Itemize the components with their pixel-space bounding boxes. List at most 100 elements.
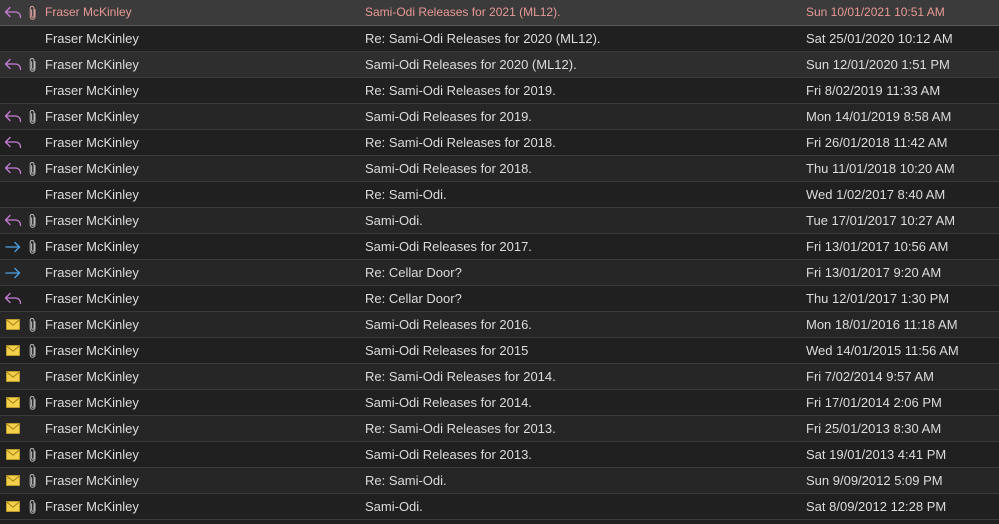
envelope-icon: [3, 390, 23, 415]
received-date: Fri 13/01/2017 10:56 AM: [806, 239, 949, 254]
received-date: Sat 19/01/2013 4:41 PM: [806, 447, 947, 462]
message-row[interactable]: Fraser McKinley Sami-Odi. Sat 8/09/2012 12…: [0, 494, 999, 520]
received-date: Sat 8/09/2012 12:28 PM: [806, 499, 947, 514]
sender-name: Fraser McKinley: [45, 499, 139, 514]
message-row[interactable]: Fraser McKinley Re: Cellar Door? Fri 13/01…: [0, 260, 999, 286]
sender-name: Fraser McKinley: [45, 317, 139, 332]
message-row[interactable]: Fraser McKinley Sami-Odi Releases for 202…: [0, 52, 999, 78]
sender-name: Fraser McKinley: [45, 343, 139, 358]
message-row[interactable]: Fraser McKinley Re: Sami-Odi Releases for…: [0, 130, 999, 156]
attachment-empty: [26, 286, 40, 311]
message-row[interactable]: Fraser McKinley Sami-Odi Releases for 201…: [0, 234, 999, 260]
paperclip-icon: [26, 156, 40, 181]
sender-name: Fraser McKinley: [45, 5, 132, 19]
envelope-icon: [3, 312, 23, 337]
sender-name: Fraser McKinley: [45, 31, 139, 46]
received-date: Sun 12/01/2020 1:51 PM: [806, 57, 950, 72]
message-subject: Sami-Odi Releases for 2016.: [365, 317, 532, 332]
reply-icon: [3, 130, 23, 155]
sender-name: Fraser McKinley: [45, 187, 139, 202]
forward-icon: [3, 260, 23, 285]
attachment-empty: [26, 416, 40, 441]
envelope-icon: [3, 468, 23, 493]
message-row[interactable]: Fraser McKinley Re: Sami-Odi Releases for…: [0, 416, 999, 442]
message-subject: Re: Cellar Door?: [365, 291, 462, 306]
received-date: Sun 9/09/2012 5:09 PM: [806, 473, 943, 488]
paperclip-icon: [26, 208, 40, 233]
sender-name: Fraser McKinley: [45, 161, 139, 176]
paperclip-icon: [26, 468, 40, 493]
received-date: Tue 17/01/2017 10:27 AM: [806, 213, 956, 228]
message-subject: Sami-Odi Releases for 2020 (ML12).: [365, 57, 577, 72]
message-row[interactable]: Fraser McKinley Sami-Odi Releases for 201…: [0, 442, 999, 468]
message-row[interactable]: Fraser McKinley Re: Cellar Door? Thu 12/01…: [0, 286, 999, 312]
attachment-empty: [26, 364, 40, 389]
envelope-icon: [3, 442, 23, 467]
received-date: Mon 18/01/2016 11:18 AM: [806, 317, 958, 332]
message-row[interactable]: Fraser McKinley Sami-Odi Releases for 201…: [0, 338, 999, 364]
attachment-empty: [26, 182, 40, 207]
sender-name: Fraser McKinley: [45, 83, 139, 98]
message-row[interactable]: Fraser McKinley Re: Sami-Odi. Wed 1/02/201…: [0, 182, 999, 208]
received-date: Fri 17/01/2014 2:06 PM: [806, 395, 942, 410]
received-date: Fri 25/01/2013 8:30 AM: [806, 421, 942, 436]
message-subject: Re: Sami-Odi.: [365, 187, 447, 202]
message-subject: Re: Sami-Odi Releases for 2019.: [365, 83, 556, 98]
paperclip-icon: [26, 234, 40, 259]
message-subject: Sami-Odi Releases for 2018.: [365, 161, 532, 176]
sender-name: Fraser McKinley: [45, 265, 139, 280]
message-row[interactable]: Fraser McKinley Re: Sami-Odi Releases for…: [0, 78, 999, 104]
message-row[interactable]: Fraser McKinley Sami-Odi. Tue 17/01/2017 1…: [0, 208, 999, 234]
reply-icon: [3, 208, 23, 233]
received-date: Sun 10/01/2021 10:51 AM: [806, 5, 945, 19]
paperclip-icon: [26, 338, 40, 363]
message-row[interactable]: Fraser McKinley Sami-Odi Releases for 201…: [0, 312, 999, 338]
reply-icon: [3, 286, 23, 311]
sender-name: Fraser McKinley: [45, 473, 139, 488]
sender-name: Fraser McKinley: [45, 57, 139, 72]
paperclip-icon: [26, 104, 40, 129]
received-date: Thu 12/01/2017 1:30 PM: [806, 291, 950, 306]
message-subject: Re: Sami-Odi Releases for 2014.: [365, 369, 556, 384]
message-row[interactable]: Fraser McKinley Sami-Odi Releases for 201…: [0, 104, 999, 130]
reply-icon: [3, 0, 23, 25]
received-date: Sat 25/01/2020 10:12 AM: [806, 31, 953, 46]
paperclip-icon: [26, 52, 40, 77]
message-row[interactable]: Fraser McKinley Sami-Odi Releases for 201…: [0, 390, 999, 416]
received-date: Fri 8/02/2019 11:33 AM: [806, 83, 941, 98]
message-row[interactable]: Fraser McKinley Re: Sami-Odi Releases for…: [0, 364, 999, 390]
envelope-icon: [3, 416, 23, 441]
reply-icon: [3, 52, 23, 77]
message-subject: Sami-Odi Releases for 2014.: [365, 395, 532, 410]
sender-name: Fraser McKinley: [45, 421, 139, 436]
message-row[interactable]: Fraser McKinley Sami-Odi Releases for 201…: [0, 156, 999, 182]
sender-name: Fraser McKinley: [45, 395, 139, 410]
message-row[interactable]: Fraser McKinley Re: Sami-Odi Releases for…: [0, 26, 999, 52]
message-row[interactable]: Fraser McKinley Sami-Odi Releases for 202…: [0, 0, 999, 26]
envelope-icon: [3, 338, 23, 363]
received-date: Fri 13/01/2017 9:20 AM: [806, 265, 942, 280]
reply-icon: [3, 104, 23, 129]
paperclip-icon: [26, 0, 40, 25]
sender-name: Fraser McKinley: [45, 291, 139, 306]
message-subject: Sami-Odi Releases for 2013.: [365, 447, 532, 462]
sender-name: Fraser McKinley: [45, 135, 139, 150]
sender-name: Fraser McKinley: [45, 109, 139, 124]
paperclip-icon: [26, 390, 40, 415]
sender-name: Fraser McKinley: [45, 213, 139, 228]
message-subject: Re: Cellar Door?: [365, 265, 462, 280]
attachment-empty: [26, 260, 40, 285]
received-date: Wed 1/02/2017 8:40 AM: [806, 187, 946, 202]
attachment-empty: [26, 130, 40, 155]
status-icon-empty: [3, 26, 23, 51]
sender-name: Fraser McKinley: [45, 447, 139, 462]
message-subject: Sami-Odi Releases for 2015: [365, 343, 529, 358]
message-row[interactable]: Fraser McKinley Re: Sami-Odi. Sun 9/09/201…: [0, 468, 999, 494]
received-date: Fri 7/02/2014 9:57 AM: [806, 369, 934, 384]
sender-name: Fraser McKinley: [45, 239, 139, 254]
attachment-empty: [26, 26, 40, 51]
status-icon-empty: [3, 78, 23, 103]
received-date: Thu 11/01/2018 10:20 AM: [806, 161, 955, 176]
message-subject: Re: Sami-Odi.: [365, 473, 447, 488]
attachment-empty: [26, 78, 40, 103]
